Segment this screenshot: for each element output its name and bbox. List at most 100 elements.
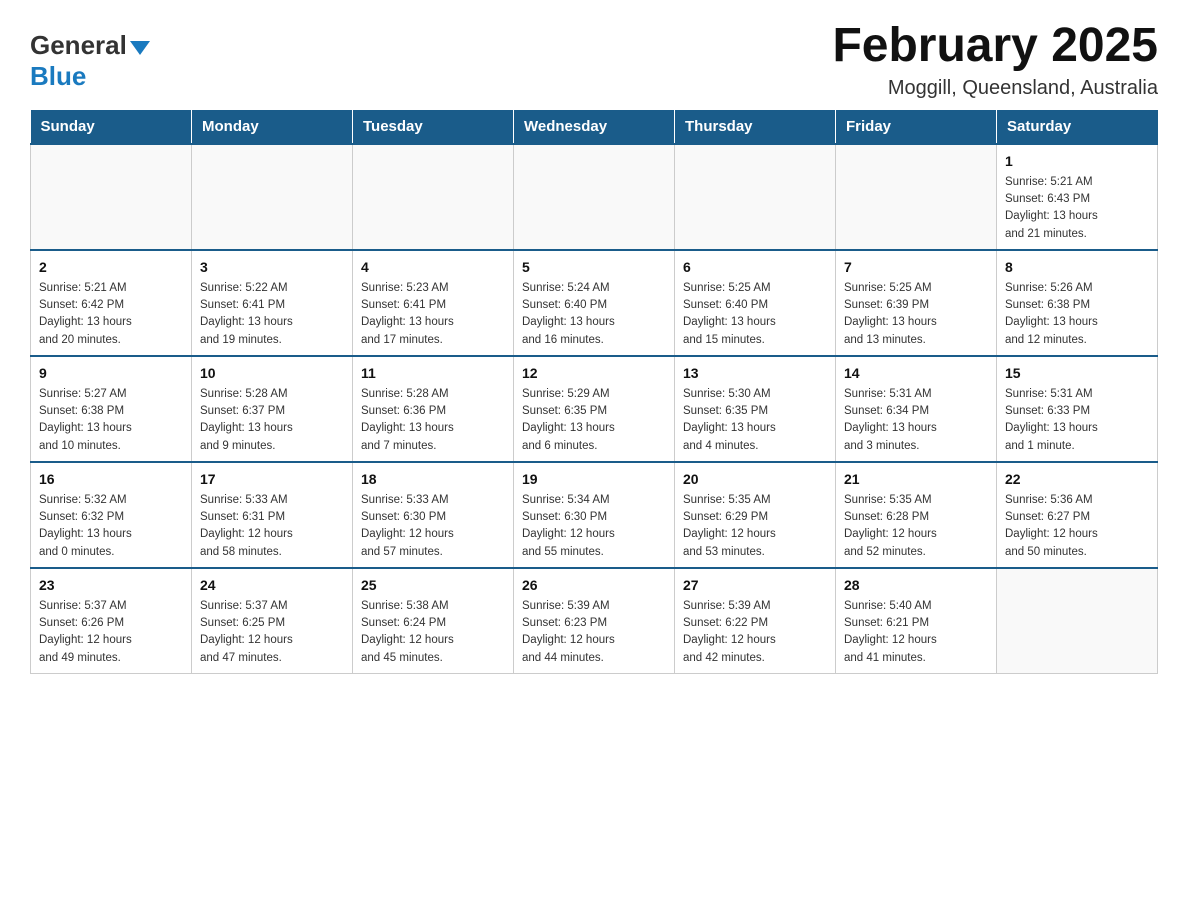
- day-info: Sunrise: 5:21 AM Sunset: 6:42 PM Dayligh…: [39, 280, 183, 349]
- day-info: Sunrise: 5:37 AM Sunset: 6:26 PM Dayligh…: [39, 598, 183, 667]
- calendar-week-3: 9Sunrise: 5:27 AM Sunset: 6:38 PM Daylig…: [31, 356, 1158, 462]
- day-info: Sunrise: 5:36 AM Sunset: 6:27 PM Dayligh…: [1005, 492, 1149, 561]
- calendar-cell: 19Sunrise: 5:34 AM Sunset: 6:30 PM Dayli…: [514, 462, 675, 568]
- calendar-cell: 27Sunrise: 5:39 AM Sunset: 6:22 PM Dayli…: [675, 568, 836, 674]
- calendar-cell: 22Sunrise: 5:36 AM Sunset: 6:27 PM Dayli…: [997, 462, 1158, 568]
- calendar-cell: [353, 144, 514, 250]
- day-number: 18: [361, 469, 505, 490]
- calendar-cell: 4Sunrise: 5:23 AM Sunset: 6:41 PM Daylig…: [353, 250, 514, 356]
- day-number: 14: [844, 363, 988, 384]
- day-info: Sunrise: 5:29 AM Sunset: 6:35 PM Dayligh…: [522, 386, 666, 455]
- day-header-saturday: Saturday: [997, 110, 1158, 144]
- day-number: 5: [522, 257, 666, 278]
- calendar-week-1: 1Sunrise: 5:21 AM Sunset: 6:43 PM Daylig…: [31, 144, 1158, 250]
- day-info: Sunrise: 5:27 AM Sunset: 6:38 PM Dayligh…: [39, 386, 183, 455]
- day-info: Sunrise: 5:40 AM Sunset: 6:21 PM Dayligh…: [844, 598, 988, 667]
- logo: General Blue: [30, 30, 150, 92]
- calendar-cell: 2Sunrise: 5:21 AM Sunset: 6:42 PM Daylig…: [31, 250, 192, 356]
- day-number: 25: [361, 575, 505, 596]
- day-number: 12: [522, 363, 666, 384]
- calendar-week-5: 23Sunrise: 5:37 AM Sunset: 6:26 PM Dayli…: [31, 568, 1158, 674]
- day-number: 16: [39, 469, 183, 490]
- day-info: Sunrise: 5:31 AM Sunset: 6:33 PM Dayligh…: [1005, 386, 1149, 455]
- day-info: Sunrise: 5:38 AM Sunset: 6:24 PM Dayligh…: [361, 598, 505, 667]
- logo-general: General: [30, 30, 150, 61]
- calendar-week-2: 2Sunrise: 5:21 AM Sunset: 6:42 PM Daylig…: [31, 250, 1158, 356]
- day-header-tuesday: Tuesday: [353, 110, 514, 144]
- calendar-cell: 17Sunrise: 5:33 AM Sunset: 6:31 PM Dayli…: [192, 462, 353, 568]
- calendar-cell: 14Sunrise: 5:31 AM Sunset: 6:34 PM Dayli…: [836, 356, 997, 462]
- header-row: SundayMondayTuesdayWednesdayThursdayFrid…: [31, 110, 1158, 144]
- day-info: Sunrise: 5:25 AM Sunset: 6:40 PM Dayligh…: [683, 280, 827, 349]
- day-info: Sunrise: 5:33 AM Sunset: 6:31 PM Dayligh…: [200, 492, 344, 561]
- day-number: 23: [39, 575, 183, 596]
- calendar-cell: [836, 144, 997, 250]
- day-number: 3: [200, 257, 344, 278]
- calendar-cell: 7Sunrise: 5:25 AM Sunset: 6:39 PM Daylig…: [836, 250, 997, 356]
- calendar-cell: 11Sunrise: 5:28 AM Sunset: 6:36 PM Dayli…: [353, 356, 514, 462]
- calendar-week-4: 16Sunrise: 5:32 AM Sunset: 6:32 PM Dayli…: [31, 462, 1158, 568]
- day-header-wednesday: Wednesday: [514, 110, 675, 144]
- day-number: 19: [522, 469, 666, 490]
- calendar-cell: [997, 568, 1158, 674]
- calendar-cell: 6Sunrise: 5:25 AM Sunset: 6:40 PM Daylig…: [675, 250, 836, 356]
- calendar-cell: 28Sunrise: 5:40 AM Sunset: 6:21 PM Dayli…: [836, 568, 997, 674]
- title-block: February 2025 Moggill, Queensland, Austr…: [832, 20, 1158, 100]
- day-info: Sunrise: 5:21 AM Sunset: 6:43 PM Dayligh…: [1005, 174, 1149, 243]
- day-number: 17: [200, 469, 344, 490]
- day-info: Sunrise: 5:24 AM Sunset: 6:40 PM Dayligh…: [522, 280, 666, 349]
- day-number: 7: [844, 257, 988, 278]
- calendar-cell: 1Sunrise: 5:21 AM Sunset: 6:43 PM Daylig…: [997, 144, 1158, 250]
- day-number: 24: [200, 575, 344, 596]
- calendar-header: SundayMondayTuesdayWednesdayThursdayFrid…: [31, 110, 1158, 144]
- calendar-cell: 21Sunrise: 5:35 AM Sunset: 6:28 PM Dayli…: [836, 462, 997, 568]
- day-info: Sunrise: 5:25 AM Sunset: 6:39 PM Dayligh…: [844, 280, 988, 349]
- day-info: Sunrise: 5:23 AM Sunset: 6:41 PM Dayligh…: [361, 280, 505, 349]
- day-info: Sunrise: 5:32 AM Sunset: 6:32 PM Dayligh…: [39, 492, 183, 561]
- day-info: Sunrise: 5:35 AM Sunset: 6:29 PM Dayligh…: [683, 492, 827, 561]
- day-info: Sunrise: 5:31 AM Sunset: 6:34 PM Dayligh…: [844, 386, 988, 455]
- day-info: Sunrise: 5:30 AM Sunset: 6:35 PM Dayligh…: [683, 386, 827, 455]
- calendar-table: SundayMondayTuesdayWednesdayThursdayFrid…: [30, 110, 1158, 674]
- day-info: Sunrise: 5:37 AM Sunset: 6:25 PM Dayligh…: [200, 598, 344, 667]
- day-number: 15: [1005, 363, 1149, 384]
- day-number: 20: [683, 469, 827, 490]
- day-info: Sunrise: 5:39 AM Sunset: 6:23 PM Dayligh…: [522, 598, 666, 667]
- calendar-title: February 2025: [832, 20, 1158, 73]
- calendar-cell: 18Sunrise: 5:33 AM Sunset: 6:30 PM Dayli…: [353, 462, 514, 568]
- calendar-subtitle: Moggill, Queensland, Australia: [832, 77, 1158, 100]
- calendar-cell: [675, 144, 836, 250]
- day-info: Sunrise: 5:22 AM Sunset: 6:41 PM Dayligh…: [200, 280, 344, 349]
- day-number: 11: [361, 363, 505, 384]
- calendar-body: 1Sunrise: 5:21 AM Sunset: 6:43 PM Daylig…: [31, 144, 1158, 674]
- day-number: 21: [844, 469, 988, 490]
- day-number: 13: [683, 363, 827, 384]
- day-header-friday: Friday: [836, 110, 997, 144]
- calendar-cell: 12Sunrise: 5:29 AM Sunset: 6:35 PM Dayli…: [514, 356, 675, 462]
- calendar-cell: 5Sunrise: 5:24 AM Sunset: 6:40 PM Daylig…: [514, 250, 675, 356]
- day-number: 8: [1005, 257, 1149, 278]
- day-number: 2: [39, 257, 183, 278]
- calendar-cell: 23Sunrise: 5:37 AM Sunset: 6:26 PM Dayli…: [31, 568, 192, 674]
- day-number: 27: [683, 575, 827, 596]
- calendar-cell: [31, 144, 192, 250]
- day-number: 28: [844, 575, 988, 596]
- day-number: 22: [1005, 469, 1149, 490]
- calendar-cell: 15Sunrise: 5:31 AM Sunset: 6:33 PM Dayli…: [997, 356, 1158, 462]
- day-number: 9: [39, 363, 183, 384]
- calendar-cell: 10Sunrise: 5:28 AM Sunset: 6:37 PM Dayli…: [192, 356, 353, 462]
- calendar-cell: [514, 144, 675, 250]
- calendar-cell: 13Sunrise: 5:30 AM Sunset: 6:35 PM Dayli…: [675, 356, 836, 462]
- day-info: Sunrise: 5:35 AM Sunset: 6:28 PM Dayligh…: [844, 492, 988, 561]
- calendar-cell: 3Sunrise: 5:22 AM Sunset: 6:41 PM Daylig…: [192, 250, 353, 356]
- logo-arrow-icon: [130, 41, 150, 55]
- day-number: 6: [683, 257, 827, 278]
- calendar-cell: 9Sunrise: 5:27 AM Sunset: 6:38 PM Daylig…: [31, 356, 192, 462]
- logo-blue-text: Blue: [30, 61, 86, 92]
- calendar-cell: 25Sunrise: 5:38 AM Sunset: 6:24 PM Dayli…: [353, 568, 514, 674]
- day-info: Sunrise: 5:39 AM Sunset: 6:22 PM Dayligh…: [683, 598, 827, 667]
- calendar-cell: 26Sunrise: 5:39 AM Sunset: 6:23 PM Dayli…: [514, 568, 675, 674]
- day-header-thursday: Thursday: [675, 110, 836, 144]
- day-header-sunday: Sunday: [31, 110, 192, 144]
- logo-general-text: General: [30, 30, 127, 61]
